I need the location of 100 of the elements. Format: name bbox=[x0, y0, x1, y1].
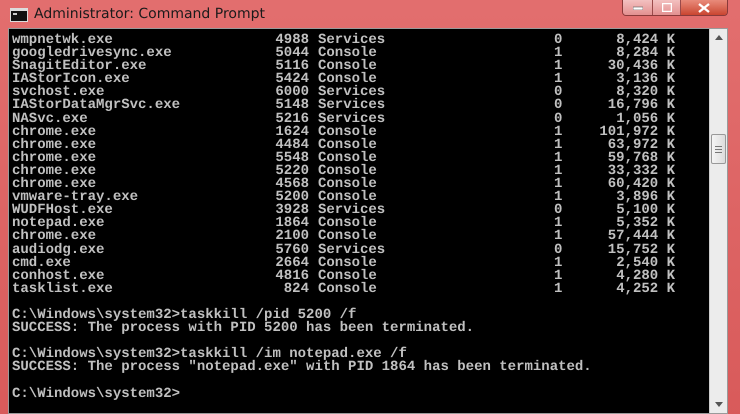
memory-usage: 101,972 K bbox=[598, 126, 675, 139]
scroll-up-icon[interactable] bbox=[714, 35, 722, 40]
process-id: 5424 bbox=[274, 73, 309, 86]
close-button[interactable] bbox=[681, 0, 727, 15]
session-number: 1 bbox=[554, 256, 564, 270]
process-id: 5220 bbox=[274, 164, 309, 178]
memory-usage: 8,284 K bbox=[616, 47, 675, 60]
close-icon bbox=[698, 2, 710, 12]
process-id: 1864 bbox=[274, 217, 309, 230]
process-name: chrome.exe bbox=[11, 178, 96, 192]
process-name: SnagitEditor.exe bbox=[11, 60, 146, 74]
memory-usage: 3,136 K bbox=[616, 73, 675, 86]
session-number: 0 bbox=[554, 34, 564, 48]
process-name: chrome.exe bbox=[11, 152, 98, 165]
memory-usage: 4,252 K bbox=[615, 282, 675, 296]
minimize-button[interactable] bbox=[623, 0, 653, 15]
session-number: 1 bbox=[554, 47, 564, 60]
session-number: 1 bbox=[554, 126, 564, 139]
session-number: 1 bbox=[554, 178, 564, 192]
session-number: 1 bbox=[554, 73, 564, 86]
process-name: chrome.exe bbox=[11, 138, 98, 152]
process-name: vmware-tray.exe bbox=[11, 191, 140, 204]
session-number: 1 bbox=[554, 138, 564, 152]
process-name: IAStorDataMgrSvc.exe bbox=[11, 99, 182, 113]
process-id: 5200 bbox=[274, 191, 309, 204]
process-id: 5044 bbox=[274, 47, 309, 60]
process-name: audiodg.exe bbox=[11, 244, 106, 257]
session-name: Console bbox=[318, 138, 378, 152]
session-number: 0 bbox=[554, 112, 564, 126]
process-name: googledrivesync.exe bbox=[11, 47, 173, 60]
maximize-button[interactable] bbox=[653, 0, 681, 15]
session-name: Console bbox=[318, 126, 378, 139]
process-id: 5760 bbox=[274, 244, 309, 257]
session-name: Console bbox=[318, 256, 378, 270]
process-id: 4484 bbox=[274, 138, 309, 152]
process-name: tasklist.exe bbox=[11, 282, 114, 296]
memory-usage: 60,420 K bbox=[606, 178, 675, 192]
process-id: 5216 bbox=[274, 112, 309, 126]
process-id: 6000 bbox=[274, 86, 309, 100]
memory-usage: 15,752 K bbox=[606, 244, 675, 257]
memory-usage: 3,896 K bbox=[616, 191, 675, 204]
scroll-down-icon[interactable] bbox=[714, 402, 722, 407]
session-name: Console bbox=[318, 230, 377, 244]
scroll-thumb[interactable] bbox=[711, 134, 726, 164]
session-number: 1 bbox=[554, 282, 564, 296]
memory-usage: 5,352 K bbox=[616, 217, 675, 230]
process-id: 4988 bbox=[274, 34, 309, 48]
memory-usage: 5,100 K bbox=[615, 204, 675, 218]
memory-usage: 59,768 K bbox=[606, 152, 675, 165]
process-name: conhost.exe bbox=[11, 270, 104, 283]
memory-usage: 30,436 K bbox=[606, 60, 675, 74]
process-id: 2664 bbox=[274, 256, 309, 270]
process-id: 5116 bbox=[274, 60, 309, 74]
memory-usage: 63,972 K bbox=[608, 138, 675, 152]
process-name: chrome.exe bbox=[11, 230, 96, 244]
maximize-icon bbox=[662, 3, 672, 12]
session-number: 1 bbox=[554, 164, 564, 178]
memory-usage: 33,332 K bbox=[606, 164, 675, 178]
memory-usage: 2,540 K bbox=[616, 256, 675, 270]
output-line: SUCCESS: The process "notepad.exe" with PID 1864 has been terminated. bbox=[12, 359, 592, 376]
session-number: 0 bbox=[554, 204, 564, 218]
session-name: Services bbox=[318, 244, 386, 257]
process-id: 4568 bbox=[274, 178, 309, 192]
memory-usage: 8,320 K bbox=[616, 86, 675, 100]
session-number: 0 bbox=[554, 99, 564, 113]
memory-usage: 57,444 K bbox=[606, 230, 675, 244]
session-number: 1 bbox=[554, 152, 564, 165]
session-name: Services bbox=[318, 112, 386, 126]
process-id: 2100 bbox=[274, 230, 309, 244]
process-id: 824 bbox=[282, 282, 309, 296]
process-id: 5148 bbox=[274, 99, 309, 113]
process-name: notepad.exe bbox=[11, 217, 106, 230]
console-icon bbox=[10, 8, 28, 22]
session-number: 1 bbox=[554, 191, 564, 204]
session-name: Console bbox=[318, 270, 378, 283]
process-id: 1624 bbox=[274, 126, 309, 139]
session-number: 1 bbox=[554, 230, 564, 244]
process-name: chrome.exe bbox=[11, 126, 98, 139]
window-title: Administrator: Command Prompt bbox=[34, 5, 265, 24]
session-number: 0 bbox=[554, 244, 564, 257]
session-number: 0 bbox=[554, 86, 564, 100]
process-name: svchost.exe bbox=[11, 86, 104, 100]
memory-usage: 8,424 K bbox=[615, 34, 675, 48]
process-name: wmpnetwk.exe bbox=[11, 34, 113, 48]
memory-usage: 4,280 K bbox=[615, 270, 675, 283]
session-number: 1 bbox=[554, 217, 564, 230]
session-name: Console bbox=[318, 282, 378, 296]
session-name: Console bbox=[318, 152, 378, 165]
session-name: Services bbox=[318, 99, 386, 113]
output-line: SUCCESS: The process with PID 5200 has been terminated. bbox=[12, 320, 474, 336]
memory-usage: 16,796 K bbox=[606, 99, 675, 113]
scrollbar[interactable] bbox=[709, 29, 727, 413]
process-id: 5548 bbox=[274, 152, 309, 165]
memory-usage: 1,056 K bbox=[616, 112, 675, 126]
command-line: C:\Windows\system32> bbox=[12, 386, 180, 402]
process-name: cmd.exe bbox=[11, 256, 71, 270]
process-name: NASvc.exe bbox=[11, 112, 88, 126]
minimize-icon bbox=[632, 6, 642, 10]
session-number: 1 bbox=[554, 60, 564, 74]
session-number: 1 bbox=[554, 270, 564, 283]
